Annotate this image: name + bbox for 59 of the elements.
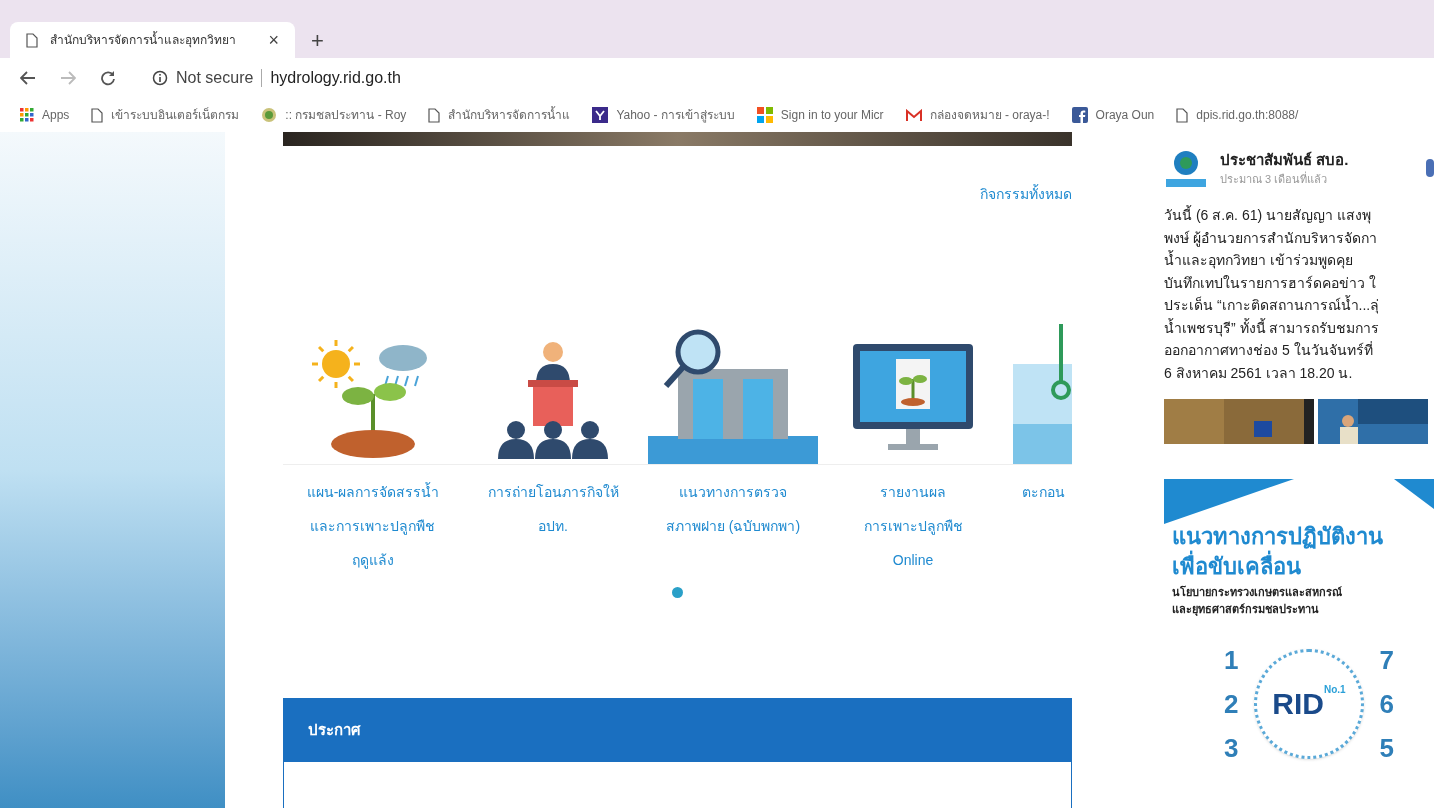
- back-arrow-icon[interactable]: [20, 71, 36, 85]
- activity-title: การถ่ายโอนภารกิจให้: [487, 483, 619, 502]
- security-label: Not secure: [176, 68, 254, 88]
- bookmark-item[interactable]: เข้าระบบอินเตอร์เน็ตกรม: [91, 106, 240, 124]
- banner-title: แนวทางการปฏิบัติงาน: [1172, 523, 1384, 551]
- mail-m-icon: [905, 108, 922, 122]
- page-icon: [91, 107, 104, 123]
- new-tab-button[interactable]: +: [311, 30, 324, 52]
- info-icon[interactable]: [152, 70, 168, 86]
- page-icon: [26, 32, 38, 48]
- step-number: 7: [1379, 646, 1394, 673]
- step-number: 3: [1224, 734, 1239, 761]
- activity-card[interactable]: ตะกอน: [1003, 305, 1072, 575]
- bookmark-item[interactable]: Yahoo - การเข้าสู่ระบบ: [592, 106, 735, 124]
- activity-title: อปท.: [538, 517, 568, 536]
- emblem-icon: [261, 107, 278, 123]
- browser-tab[interactable]: สำนักบริหารจัดการน้ำและอุทกวิทยา ×: [10, 22, 295, 58]
- activity-title: และการเพาะปลูกพืช: [310, 517, 436, 537]
- bookmark-item[interactable]: สำนักบริหารจัดการน้ำแ: [428, 106, 571, 124]
- activity-card[interactable]: รายงานผล การเพาะปลูกพืช Online: [823, 305, 1003, 575]
- yahoo-y-icon: [592, 107, 609, 123]
- activity-title: Online: [892, 551, 934, 570]
- close-tab-button[interactable]: ×: [268, 31, 279, 49]
- activity-title: ฤดูแล้ง: [352, 551, 394, 571]
- activity-title: ตะกอน: [1021, 483, 1065, 502]
- apps-grid-icon: [20, 108, 34, 122]
- facebook-icon: [1071, 107, 1088, 123]
- post-text: วันนี้ (6 ส.ค. 61) นายสัญญา แสงพุ พงษ์ ผู้อำนวยการสำนักบริหารจัดกา น้ำและอุทกวิทยา เข้าร่วมพูดคุย บันทึกเทปในรายการฮาร์ดคอข่าว ใ ประเด็น “เกาะติดสถานการณ์น้ำ...ลุ่ น้ำเพชรบุรี” ทั้งนี้ สามารถรับชมการ ออกอากาศทางช่อง 5 ในวันจันทร์ที่ 6 สิงหาคม 2561 เวลา 18.20 น.: [1164, 204, 1381, 383]
- url-text[interactable]: hydrology.rid.go.th: [270, 66, 401, 90]
- activity-title: แผน-ผลการจัดสรรน้ำ: [306, 481, 440, 502]
- banner-subtitle: และยุทธศาสตร์กรมชลประทาน: [1172, 602, 1320, 618]
- four-squares-icon: [756, 107, 773, 123]
- announcement-title: ประกาศ: [308, 719, 361, 740]
- bookmark-item[interactable]: Sign in to your Micr: [756, 106, 884, 124]
- banner-subtitle: นโยบายกระทรวงเกษตรและสหกรณ์: [1172, 584, 1343, 600]
- activity-title: รายงานผล: [880, 483, 946, 502]
- step-number: 5: [1379, 734, 1394, 761]
- page-name[interactable]: ประชาสัมพันธ์ สบอ.: [1220, 148, 1349, 171]
- page-icon: [428, 107, 441, 123]
- activity-title: การเพาะปลูกพืช: [863, 517, 963, 537]
- bookmark-item[interactable]: Oraya Oun: [1071, 106, 1155, 124]
- bookmark-item[interactable]: :: กรมชลประทาน - Roy: [261, 106, 407, 124]
- activity-card[interactable]: การถ่ายโอนภารกิจให้ อปท.: [463, 305, 643, 575]
- post-time: ประมาณ 3 เดือนที่แล้ว: [1220, 171, 1329, 187]
- page-icon: [1176, 107, 1189, 123]
- bookmark-item[interactable]: Apps: [20, 106, 70, 124]
- bookmark-item[interactable]: dpis.rid.go.th:8088/: [1176, 106, 1299, 124]
- bookmark-item[interactable]: กล่องจดหมาย - oraya-!: [905, 106, 1050, 124]
- activity-card[interactable]: แผน-ผลการจัดสรรน้ำ และการเพาะปลูกพืช ฤดูแล้ง: [283, 305, 463, 575]
- activity-card[interactable]: แนวทางการตรวจ สภาพฝาย (ฉบับพกพา): [643, 305, 823, 575]
- banner-title: เพื่อขับเคลื่อน: [1172, 552, 1434, 582]
- step-number: 2: [1224, 690, 1239, 717]
- activity-title: สภาพฝาย (ฉบับพกพา): [665, 517, 801, 536]
- reload-icon[interactable]: [100, 70, 116, 86]
- tab-title: สำนักบริหารจัดการน้ำและอุทกวิทยา: [50, 31, 237, 49]
- activity-title: แนวทางการตรวจ: [679, 483, 787, 502]
- all-activities-link[interactable]: กิจกรรมทั้งหมด: [980, 184, 1072, 205]
- step-number: 6: [1379, 690, 1394, 717]
- step-number: 1: [1224, 646, 1239, 673]
